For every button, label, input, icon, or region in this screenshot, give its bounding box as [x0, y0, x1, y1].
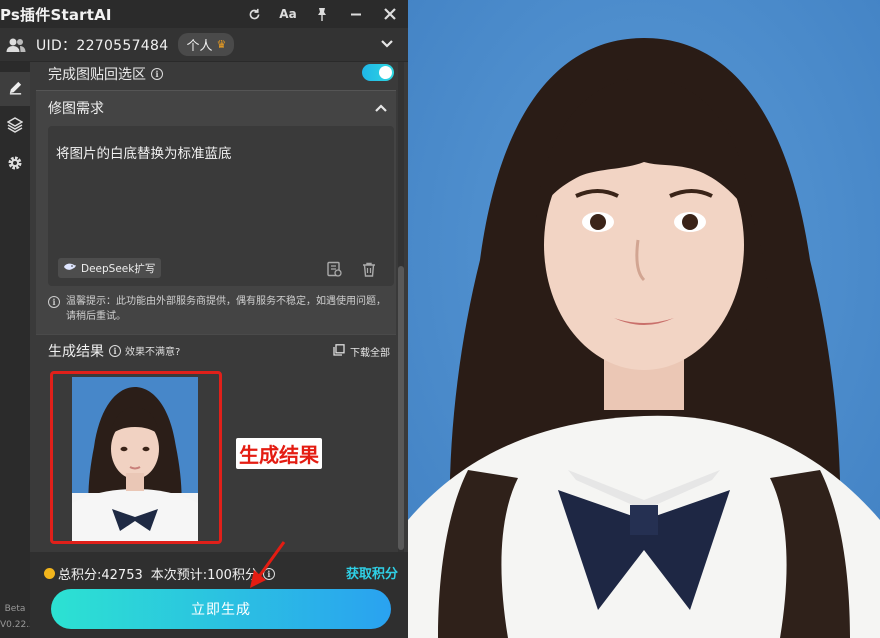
prompt-panel-header[interactable]: 修图需求 [36, 90, 396, 124]
photo-preview [408, 0, 880, 638]
estimate-points: 本次预计:100积分 [150, 568, 258, 583]
points-info: 总积分:42753 本次预计:100积分 i [44, 564, 275, 583]
minimize-icon[interactable] [346, 4, 366, 24]
version-label: V0.22.3 [0, 620, 35, 630]
scrollbar-thumb[interactable] [398, 266, 404, 550]
result-thumbnail[interactable] [50, 371, 222, 544]
pin-icon[interactable] [312, 4, 332, 24]
paste-back-row: 完成图贴回选区 i [36, 62, 396, 86]
result-photo [72, 377, 198, 541]
result-callout: 生成结果 [236, 438, 322, 469]
plan-badge[interactable]: 个人 ♛ [178, 33, 235, 56]
window-controls: Aa [244, 0, 400, 28]
beta-label: Beta [4, 604, 26, 614]
users-icon [6, 37, 26, 53]
user-id: UID：2270557484 [36, 37, 169, 54]
get-points-link[interactable]: 获取积分 [346, 563, 398, 582]
plugin-panel: Ps插件StartAI Aa UID：2270557484 个人 ♛ Beta … [0, 0, 408, 638]
layers-icon [6, 117, 24, 137]
font-size-button[interactable]: Aa [278, 4, 298, 24]
deepseek-expand-button[interactable]: DeepSeek扩写 [58, 258, 162, 278]
portrait-image [408, 0, 880, 638]
nav-layers[interactable] [0, 110, 30, 144]
trash-icon[interactable] [360, 260, 378, 278]
app-title: Ps插件StartAI [0, 5, 112, 24]
generate-button[interactable]: 立即生成 [51, 589, 391, 629]
feedback-link[interactable]: 效果不满意? [125, 343, 180, 358]
download-all-button[interactable]: 下载全部 [333, 344, 390, 359]
refresh-icon[interactable] [244, 4, 264, 24]
prompt-panel-body: 将图片的白底替换为标准蓝底 DeepSeek扩写 i 温馨提示：此功能由外部服务… [36, 124, 396, 334]
download-all-label: 下载全部 [350, 348, 390, 359]
notice-text: 温馨提示：此功能由外部服务商提供，偶有服务不稳定，如遇使用问题，请稍后重试。 [66, 296, 386, 322]
nav-edit[interactable] [0, 72, 30, 106]
main-content: 完成图贴回选区 i 修图需求 将图片的白底替换为标准蓝底 DeepSeek扩写 [36, 62, 396, 552]
prompt-text: 将图片的白底替换为标准蓝底 [56, 146, 232, 162]
title-bar: Ps插件StartAI Aa [0, 0, 408, 28]
notice: i 温馨提示：此功能由外部服务商提供，偶有服务不稳定，如遇使用问题，请稍后重试。 [48, 294, 394, 324]
nav-settings[interactable] [0, 148, 30, 182]
coin-icon [44, 568, 55, 579]
paste-back-label: 完成图贴回选区 [48, 67, 146, 83]
deepseek-whale-icon [63, 262, 77, 275]
result-title: 生成结果 [48, 343, 104, 360]
copy-icon [333, 344, 345, 359]
footer: 总积分:42753 本次预计:100积分 i 获取积分 立即生成 [30, 552, 408, 638]
info-icon[interactable]: i [109, 344, 121, 357]
crown-icon: ♛ [216, 38, 227, 51]
info-icon[interactable]: i [262, 567, 275, 580]
sidebar: Beta V0.22.3 [0, 62, 35, 638]
paste-back-toggle[interactable] [362, 64, 394, 81]
user-bar: UID：2270557484 个人 ♛ [0, 28, 408, 62]
chevron-up-icon[interactable] [374, 100, 388, 119]
plan-label: 个人 [186, 39, 213, 54]
scrollbar[interactable] [398, 62, 404, 552]
gear-icon [7, 155, 23, 175]
result-header: 生成结果 i 效果不满意? 下载全部 [36, 334, 396, 366]
history-icon[interactable] [325, 260, 343, 278]
total-points: 总积分:42753 [58, 568, 143, 583]
prompt-textarea[interactable]: 将图片的白底替换为标准蓝底 DeepSeek扩写 [48, 126, 394, 286]
prompt-panel-title: 修图需求 [48, 100, 104, 117]
pen-icon [8, 80, 23, 99]
chevron-down-icon[interactable] [380, 36, 394, 55]
close-icon[interactable] [380, 4, 400, 24]
deepseek-label: DeepSeek扩写 [81, 262, 156, 275]
info-icon[interactable]: i [151, 68, 163, 80]
info-icon: i [48, 296, 60, 308]
